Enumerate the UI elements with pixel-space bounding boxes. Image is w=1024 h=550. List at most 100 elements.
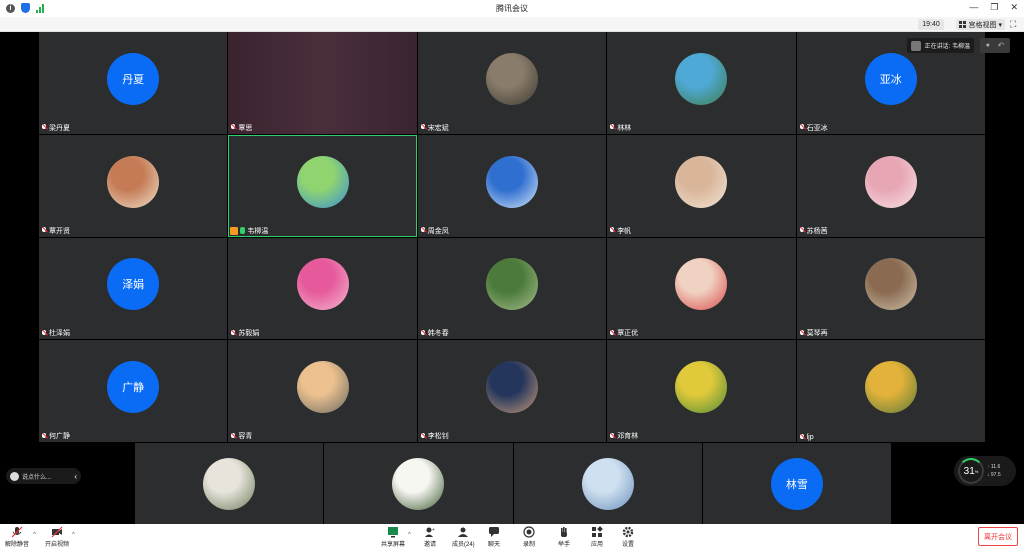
participant-avatar [203, 457, 256, 510]
mic-muted-icon [420, 124, 426, 131]
speaker-mic-icon[interactable]: ● [986, 42, 990, 49]
participant-tile[interactable]: 韦柳温 [228, 134, 417, 237]
view-mode-button[interactable]: 宫格视图 ▾ [956, 19, 1005, 30]
participant-tile[interactable]: 容青 [228, 340, 417, 442]
minimize-icon[interactable]: — [969, 2, 978, 13]
chat-input-bubble[interactable]: 说点什么... ‹ [6, 468, 81, 484]
participant-name-bar: 周金凤 [420, 226, 449, 236]
participant-tile[interactable]: 泽娟 杜泽娟 [39, 237, 228, 340]
hand-icon [558, 526, 570, 538]
title-bar: i 腾讯会议 — ❐ ✕ [0, 0, 1024, 17]
apps-button[interactable]: 应用 [591, 526, 603, 548]
participant-tile[interactable]: 苏杨茜 [796, 134, 985, 237]
network-speeds: ↑ 11.6 ↓ 97.5 [987, 463, 1001, 479]
participant-avatar [675, 155, 728, 208]
participant-tile[interactable]: 覃开贤 [39, 134, 228, 237]
participant-tile[interactable]: 邓育林 [607, 340, 796, 442]
participant-name: 韦柳温 [247, 227, 269, 235]
participant-avatar [296, 361, 349, 414]
apps-grid-icon [591, 526, 603, 538]
members-button[interactable]: 成员(24) [452, 526, 475, 548]
participant-avatar: 广静 [107, 361, 160, 414]
members-icon [457, 526, 469, 538]
chevron-left-icon[interactable]: ‹ [74, 472, 77, 481]
participant-name: 苏毅娟 [238, 330, 260, 338]
mute-options-chevron-icon[interactable]: ^ [33, 532, 36, 538]
mic-muted-icon [609, 432, 615, 440]
participant-avatar [864, 361, 917, 414]
participant-tile[interactable]: 丹夏 梁丹夏 [39, 32, 228, 134]
mic-muted-icon [230, 432, 236, 440]
members-label: 成员(24) [452, 542, 475, 548]
share-screen-button[interactable]: 共享屏幕 [381, 526, 405, 548]
participant-avatar [675, 361, 728, 414]
participant-name-bar: 林林 [609, 123, 631, 133]
video-options-chevron-icon[interactable]: ^ [72, 532, 75, 538]
network-meter[interactable]: 31% ↑ 11.6 ↓ 97.5 [954, 456, 1016, 486]
participant-avatar [675, 258, 728, 311]
participant-tile[interactable]: 覃正优 [607, 237, 796, 340]
participant-tile[interactable]: 宋宏斌 [417, 32, 607, 134]
mic-muted-icon [609, 227, 615, 234]
participant-name: 覃思 [238, 124, 253, 132]
upload-arrow-icon: ↑ [987, 464, 990, 470]
mic-muted-icon [420, 329, 426, 337]
download-speed: 97.5 [990, 472, 1001, 478]
close-icon[interactable]: ✕ [1010, 2, 1018, 13]
participant-name-bar: 宋宏斌 [420, 123, 449, 133]
participant-name-bar: 容青 [230, 431, 252, 441]
participant-tile[interactable]: 莫琴再 [796, 237, 985, 340]
share-label: 共享屏幕 [381, 542, 406, 548]
participant-tile[interactable] [513, 443, 702, 524]
participant-avatar [296, 258, 349, 311]
participant-avatar: 泽娟 [107, 258, 160, 311]
host-badge-icon [230, 226, 239, 235]
participant-name-bar: 覃思 [230, 123, 252, 133]
participant-name-bar: 苏毅娟 [230, 328, 259, 338]
participant-name-bar: 邓育林 [609, 431, 638, 441]
participant-name: 何广静 [49, 433, 70, 440]
apps-label: 应用 [591, 542, 604, 548]
restore-icon[interactable]: ❐ [990, 2, 998, 13]
participant-name-bar: 李帆 [609, 226, 631, 236]
participant-name-bar: 韩冬春 [420, 328, 449, 338]
participant-tile[interactable] [135, 443, 324, 524]
video-grid: 丹夏 梁丹夏 覃思 宋宏斌 林林 亚冰 石亚冰 覃开贤 韦柳温 周金凤 李帆 苏杨茜 泽娟 杜泽娟 苏毅娟韩… [39, 32, 985, 442]
mic-muted-icon [799, 329, 805, 337]
speaker-avatar [910, 40, 921, 51]
emoji-icon[interactable] [10, 471, 19, 481]
video-button[interactable]: 开启视频 [45, 526, 69, 548]
download-arrow-icon: ↓ [987, 472, 990, 478]
record-button[interactable]: 录制 [523, 526, 535, 548]
participant-tile[interactable]: 韩冬春 [417, 237, 607, 340]
participant-tile[interactable]: 周金凤 [417, 134, 607, 237]
share-options-chevron-icon[interactable]: ^ [408, 532, 411, 538]
mic-muted-icon [230, 124, 236, 131]
participant-tile[interactable]: 覃思 [228, 32, 417, 134]
participant-name-bar: ljp [799, 434, 814, 441]
participant-name-bar: 覃开贤 [41, 226, 70, 236]
participant-tile[interactable]: 林雪 [702, 443, 891, 524]
cpu-percent: 31 [963, 465, 975, 477]
leave-meeting-button[interactable]: 离开会议 [978, 527, 1018, 546]
settings-button[interactable]: 设置 [622, 526, 634, 548]
participant-tile[interactable]: ljp [796, 340, 985, 442]
mute-button[interactable]: 解除静音 [5, 526, 29, 548]
camera-off-icon [51, 526, 63, 538]
undo-arrow-icon[interactable]: ↶ [998, 41, 1005, 50]
participant-name-bar: 苏杨茜 [799, 226, 828, 236]
mute-label: 解除静音 [5, 542, 30, 548]
chat-button[interactable]: 聊天 [488, 526, 500, 548]
raise-hand-button[interactable]: 举手 [558, 526, 570, 548]
settings-label: 设置 [622, 542, 635, 548]
mic-muted-icon [420, 227, 426, 234]
participant-tile[interactable]: 李帆 [607, 134, 796, 237]
participant-tile[interactable]: 李松钊 [417, 340, 607, 442]
participant-avatar [675, 52, 728, 105]
participant-tile[interactable]: 苏毅娟 [228, 237, 417, 340]
participant-tile[interactable]: 广静何广静 [39, 340, 228, 442]
participant-tile[interactable]: 林林 [607, 32, 796, 134]
fullscreen-icon[interactable]: ⛶ [1010, 19, 1020, 29]
invite-button[interactable]: + 邀请 [424, 526, 436, 548]
participant-tile[interactable] [324, 443, 513, 524]
